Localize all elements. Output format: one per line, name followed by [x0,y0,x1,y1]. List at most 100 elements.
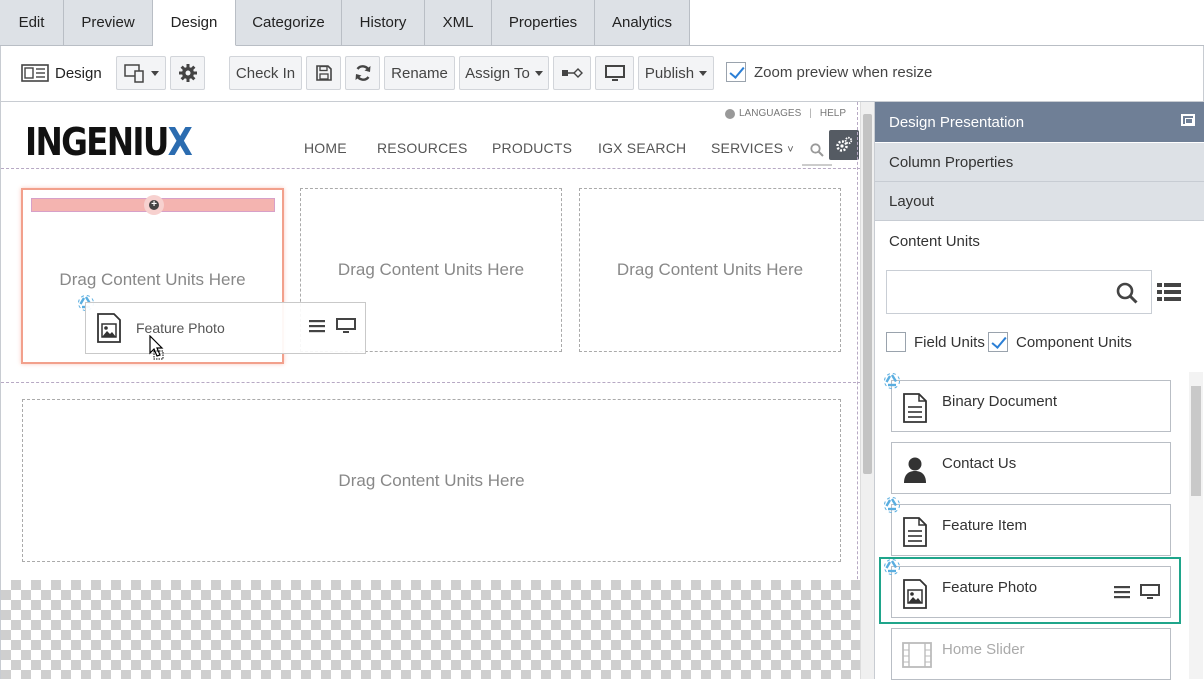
component-units-checkbox[interactable] [988,332,1008,352]
utility-separator: | [809,108,812,119]
globe-icon [725,108,735,119]
section-layout[interactable]: Layout [875,182,1204,221]
unit-binary-document[interactable]: Binary Document [891,380,1171,432]
nav-igx-search[interactable]: IGX SEARCH [598,140,686,156]
preview-device-button[interactable] [595,56,634,90]
zoom-preview-label: Zoom preview when resize [754,63,933,81]
workflow-icon [562,68,583,78]
document-icon [903,393,927,423]
zoom-preview-checkbox[interactable] [726,62,746,82]
content-units-search[interactable] [886,270,1152,314]
save-icon [315,65,332,81]
monitor-icon[interactable] [335,317,357,335]
popout-icon[interactable] [1181,114,1195,126]
field-units-checkbox[interactable] [886,332,906,352]
help-link[interactable]: HELP [820,108,846,119]
tab-edit[interactable]: Edit [0,0,64,46]
tab-label: Analytics [611,14,673,31]
publish-label: Publish [644,64,695,82]
assign-to-dropdown[interactable]: Assign To [459,56,549,90]
film-icon [902,642,932,668]
unit-contact-us[interactable]: Contact Us [891,442,1171,494]
site-logo: INGENIUX [25,120,193,164]
device-layout-dropdown[interactable] [116,56,166,90]
design-mode-label: Design [21,60,102,86]
monitor-icon [604,65,625,81]
tab-label: Properties [508,14,578,31]
scrollbar-thumb[interactable] [863,114,872,474]
content-units-title: Content Units [889,233,980,250]
publish-dropdown[interactable]: Publish [638,56,714,90]
tab-label: Edit [18,14,45,31]
section-column-properties[interactable]: Column Properties [875,143,1204,182]
toolbar: Design Check In Rename Assign To Publish… [0,46,1204,102]
selected-unit-highlight [879,557,1181,624]
image-icon [97,313,121,343]
transparent-background [1,580,860,679]
design-label-text: Design [55,64,102,82]
tab-properties[interactable]: Properties [492,0,595,46]
logo-text: INGENIU [25,120,169,164]
preview-scrollbar[interactable] [860,102,874,679]
unit-feature-item[interactable]: Feature Item [891,504,1171,556]
field-units-label: Field Units [914,333,985,351]
units-scrollbar[interactable] [1189,372,1203,679]
rename-button[interactable]: Rename [384,56,455,90]
scrollbar-thumb[interactable] [1191,386,1201,496]
component-settings-button[interactable] [829,130,859,160]
add-circle-icon[interactable]: + [144,195,164,215]
drop-zone-text: Drag Content Units Here [59,270,246,289]
tab-label: Preview [81,14,135,31]
component-units-filter: Component Units [988,332,1132,352]
chevron-down-icon: ˅ [787,144,794,156]
tab-bar: Edit Preview Design Categorize History X… [0,0,1204,46]
gears-icon [836,136,853,152]
refresh-icon [355,65,370,81]
nav-resources[interactable]: RESOURCES [377,140,467,156]
tab-preview[interactable]: Preview [64,0,153,46]
component-units-label: Component Units [1016,333,1132,351]
tab-design[interactable]: Design [153,0,236,46]
tab-xml[interactable]: XML [425,0,492,46]
design-presentation-panel: Design Presentation Column Properties La… [874,102,1204,680]
search-icon[interactable] [1116,282,1138,304]
zoom-preview-option: Zoom preview when resize [726,62,932,82]
design-layout-icon [21,64,49,82]
tab-analytics[interactable]: Analytics [595,0,690,46]
site-header: INGENIUX LANGUAGES | HELP HOME RESOURCES… [1,102,860,168]
tab-categorize[interactable]: Categorize [236,0,342,46]
refresh-button[interactable] [345,56,380,90]
unit-label: Contact Us [942,455,1017,472]
unit-label: Binary Document [942,393,1058,410]
recycle-icon [884,559,900,575]
nav-home[interactable]: HOME [304,140,347,156]
menu-icon[interactable] [309,319,325,333]
languages-link[interactable]: LANGUAGES [739,108,801,119]
tab-history[interactable]: History [342,0,425,46]
search-input[interactable] [893,277,1108,307]
panel-header: Design Presentation [875,102,1204,142]
nav-services[interactable]: SERVICES ˅ [711,140,794,156]
list-view-icon[interactable] [1156,280,1182,304]
tab-label: Categorize [252,14,325,31]
logo-x: X [167,120,193,164]
unit-home-slider[interactable]: Home Slider [891,628,1171,680]
workflow-button[interactable] [553,56,591,90]
dragged-unit[interactable]: Feature Photo [85,302,366,354]
site-search-button[interactable] [802,136,832,166]
assign-to-label: Assign To [465,64,530,82]
drop-zone-wide[interactable]: Drag Content Units Here [22,399,841,562]
settings-button[interactable] [170,56,205,90]
drop-zone[interactable]: Drag Content Units Here [579,188,841,352]
save-button[interactable] [306,56,341,90]
tab-label: XML [442,14,474,31]
chevron-down-icon [699,70,708,76]
unit-label: Feature Item [942,517,1028,534]
utility-links: LANGUAGES | HELP [725,108,846,119]
container-guide [1,168,860,169]
nav-products[interactable]: PRODUCTS [492,140,572,156]
recycle-icon [884,373,900,389]
recycle-icon [884,497,900,513]
check-in-button[interactable]: Check In [229,56,302,90]
section-label: Column Properties [889,153,1014,171]
